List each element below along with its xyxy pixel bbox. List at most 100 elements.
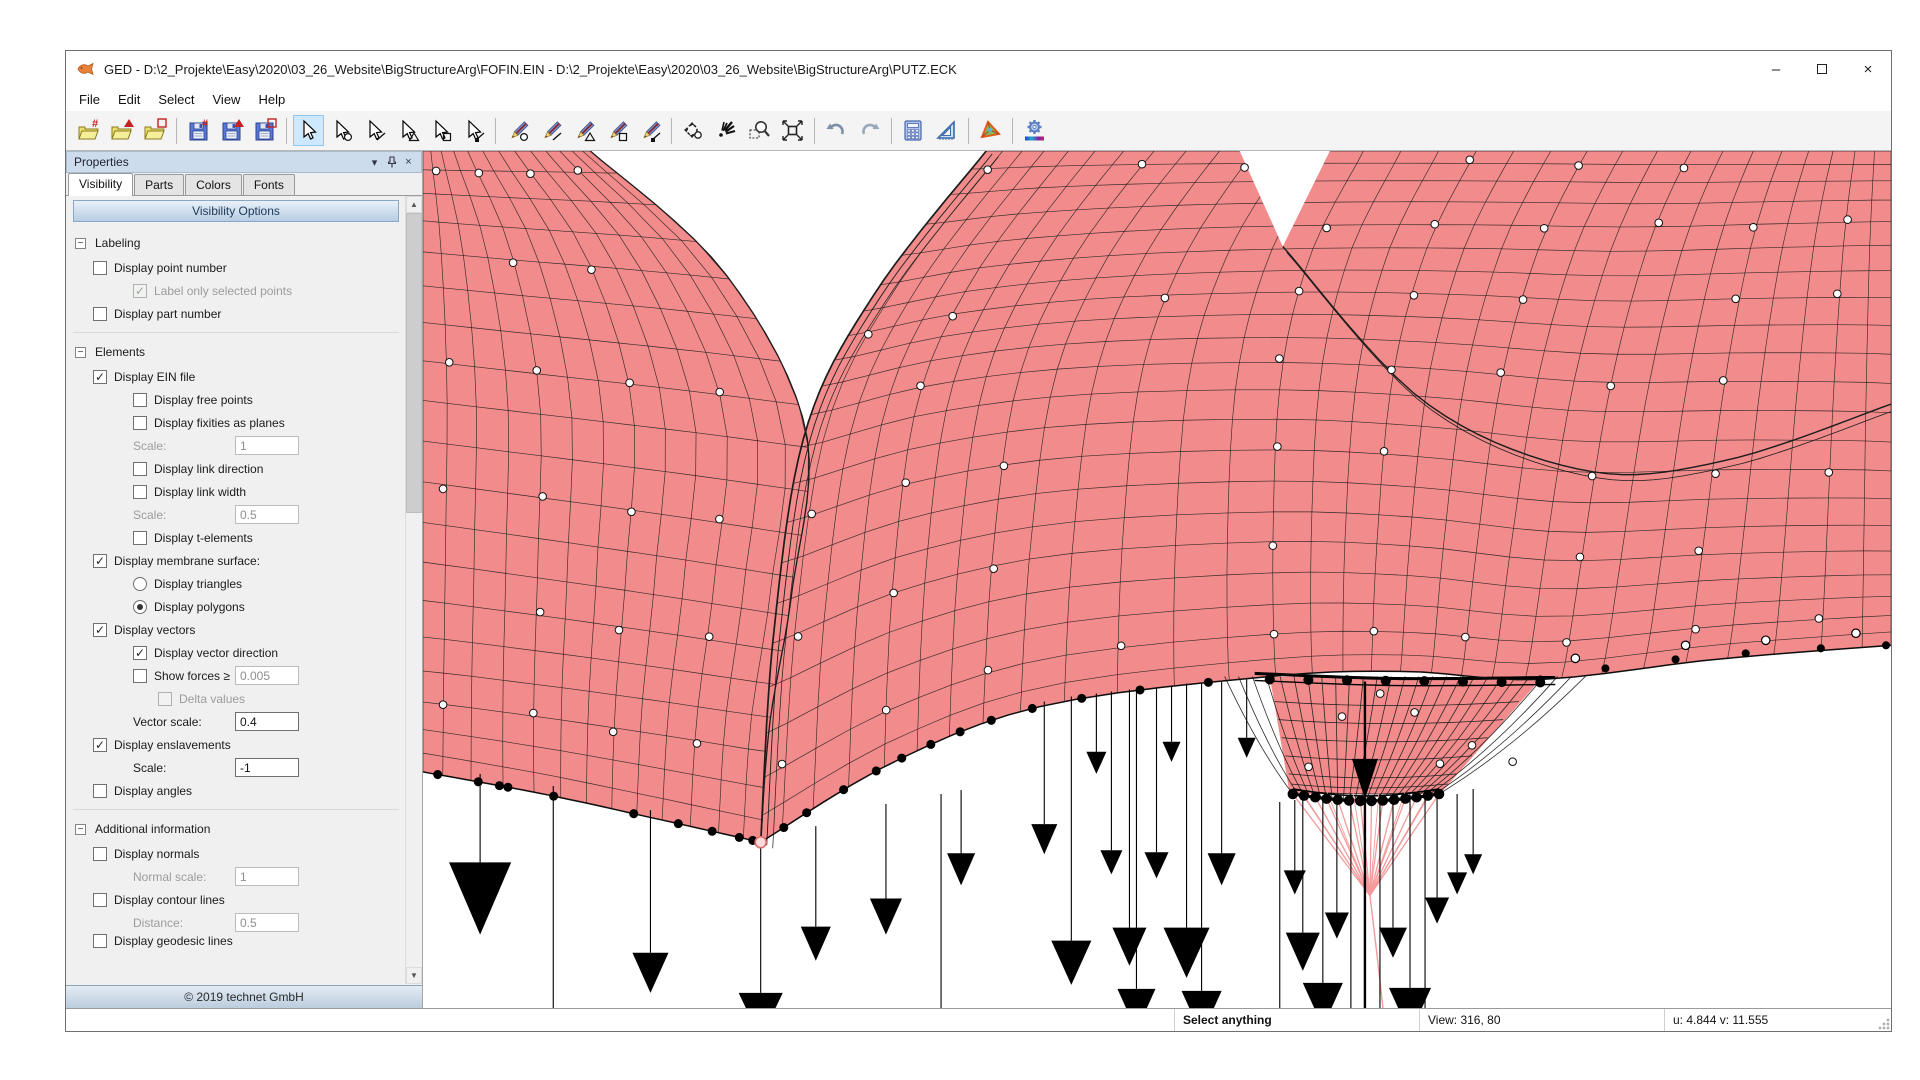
close-icon[interactable]: × <box>400 154 417 170</box>
toolbar-redo-button[interactable] <box>854 115 885 146</box>
toolbar-settings-button[interactable] <box>1019 115 1050 146</box>
tab-fonts[interactable]: Fonts <box>243 174 295 195</box>
toolbar-open-triangles-button[interactable] <box>106 115 137 146</box>
checkbox[interactable] <box>158 692 172 706</box>
toolbar-open-ein-button[interactable]: # <box>73 115 104 146</box>
toolbar-separator <box>814 118 815 144</box>
checkbox[interactable] <box>93 893 107 907</box>
value-input[interactable]: 1 <box>235 867 299 886</box>
menu-file[interactable]: File <box>70 90 109 109</box>
row-show-forces: Show forces ≥0.005 <box>73 664 399 687</box>
maximize-button[interactable] <box>1799 51 1845 87</box>
tab-visibility[interactable]: Visibility <box>68 173 133 196</box>
checkbox[interactable] <box>133 416 147 430</box>
toolbar-save-ein-button[interactable]: # <box>183 115 214 146</box>
menu-select[interactable]: Select <box>149 90 203 109</box>
panel-title: Properties <box>74 155 366 169</box>
value-input[interactable]: 0.4 <box>235 712 299 731</box>
select-triangles-icon <box>395 118 420 143</box>
checkbox[interactable]: ✓ <box>93 623 107 637</box>
transform-icon <box>681 118 706 143</box>
viewport-canvas[interactable] <box>423 151 1891 1008</box>
minimize-button[interactable]: – <box>1753 51 1799 87</box>
value-input[interactable]: 0.005 <box>235 666 299 685</box>
row-display-t-elements: Display t-elements <box>73 526 399 549</box>
collapse-icon[interactable]: − <box>75 238 86 249</box>
checkbox[interactable]: ✓ <box>93 370 107 384</box>
toolbar-draw-triangle-button[interactable] <box>568 115 599 146</box>
option-label: Scale: <box>133 761 166 775</box>
panel-title-bar: Properties ▾ × <box>66 151 422 173</box>
menu-edit[interactable]: Edit <box>109 90 149 109</box>
collapse-icon[interactable]: − <box>75 824 86 835</box>
tab-parts[interactable]: Parts <box>134 174 184 195</box>
toolbar-draw-point-button[interactable] <box>502 115 533 146</box>
pin-icon[interactable] <box>383 154 400 170</box>
select-points-icon <box>329 118 354 143</box>
checkbox[interactable]: ✓ <box>93 554 107 568</box>
value-input[interactable]: 0.5 <box>235 913 299 932</box>
toolbar-save-squares-button[interactable] <box>249 115 280 146</box>
toolbar-calculator-button[interactable] <box>898 115 929 146</box>
checkbox[interactable] <box>93 307 107 321</box>
open-triangles-icon <box>109 118 134 143</box>
checkbox[interactable] <box>93 847 107 861</box>
checkbox[interactable] <box>93 934 107 948</box>
menu-bar: FileEditSelectViewHelp <box>66 87 1891 111</box>
toolbar-select-triangles-button[interactable] <box>392 115 423 146</box>
toolbar-select-squares-button[interactable] <box>425 115 456 146</box>
menu-help[interactable]: Help <box>249 90 294 109</box>
visibility-options-header: Visibility Options <box>73 200 399 222</box>
toolbar-open-squares-button[interactable] <box>139 115 170 146</box>
toolbar-spider-button[interactable] <box>711 115 742 146</box>
collapse-icon[interactable]: − <box>75 347 86 358</box>
radio-button[interactable] <box>133 577 147 591</box>
toolbar-zoom-window-button[interactable] <box>744 115 775 146</box>
scroll-up-arrow-icon[interactable]: ▲ <box>406 196 422 213</box>
toolbar-draw-fixed-button[interactable] <box>634 115 665 146</box>
checkbox[interactable] <box>133 669 147 683</box>
checkbox[interactable] <box>93 784 107 798</box>
panel-scrollbar[interactable]: ▲ ▼ <box>405 196 422 984</box>
toolbar-zoom-fit-button[interactable] <box>777 115 808 146</box>
close-button[interactable]: × <box>1845 51 1891 87</box>
checkbox[interactable] <box>133 485 147 499</box>
chevron-down-icon[interactable]: ▾ <box>366 154 383 170</box>
svg-text:#: # <box>202 118 208 130</box>
checkbox[interactable] <box>133 531 147 545</box>
row-display-vector-direction: ✓Display vector direction <box>73 641 399 664</box>
scroll-down-arrow-icon[interactable]: ▼ <box>406 967 422 984</box>
toolbar-select-fixed-button[interactable] <box>458 115 489 146</box>
checkbox[interactable] <box>133 462 147 476</box>
option-label: Distance: <box>133 916 183 930</box>
toolbar-separator <box>495 118 496 144</box>
radio-button[interactable] <box>133 600 147 614</box>
toolbar-measure-button[interactable] <box>931 115 962 146</box>
menu-view[interactable]: View <box>204 90 250 109</box>
save-ein-icon: # <box>186 118 211 143</box>
scroll-thumb[interactable] <box>406 213 422 513</box>
checkbox[interactable]: ✓ <box>133 646 147 660</box>
toolbar-select-links-button[interactable] <box>359 115 390 146</box>
checkbox[interactable] <box>93 261 107 275</box>
toolbar-undo-button[interactable] <box>821 115 852 146</box>
toolbar-select-button[interactable] <box>293 115 324 146</box>
resize-grip[interactable] <box>1877 1017 1890 1030</box>
value-input[interactable]: -1 <box>235 758 299 777</box>
value-input[interactable]: 0.5 <box>235 505 299 524</box>
checkbox[interactable]: ✓ <box>133 284 147 298</box>
app-window: GED - D:\2_Projekte\Easy\2020\03_26_Webs… <box>65 50 1892 1032</box>
calculator-icon <box>901 118 926 143</box>
toolbar-fem-view-button[interactable] <box>975 115 1006 146</box>
toolbar-draw-link-button[interactable] <box>535 115 566 146</box>
toolbar-save-triangles-button[interactable] <box>216 115 247 146</box>
toolbar-select-points-button[interactable] <box>326 115 357 146</box>
option-label: Delta values <box>179 692 245 706</box>
toolbar-transform-button[interactable] <box>678 115 709 146</box>
checkbox[interactable] <box>133 393 147 407</box>
checkbox[interactable]: ✓ <box>93 738 107 752</box>
save-triangles-icon <box>219 118 244 143</box>
value-input[interactable]: 1 <box>235 436 299 455</box>
toolbar-draw-square-button[interactable] <box>601 115 632 146</box>
tab-colors[interactable]: Colors <box>185 174 242 195</box>
